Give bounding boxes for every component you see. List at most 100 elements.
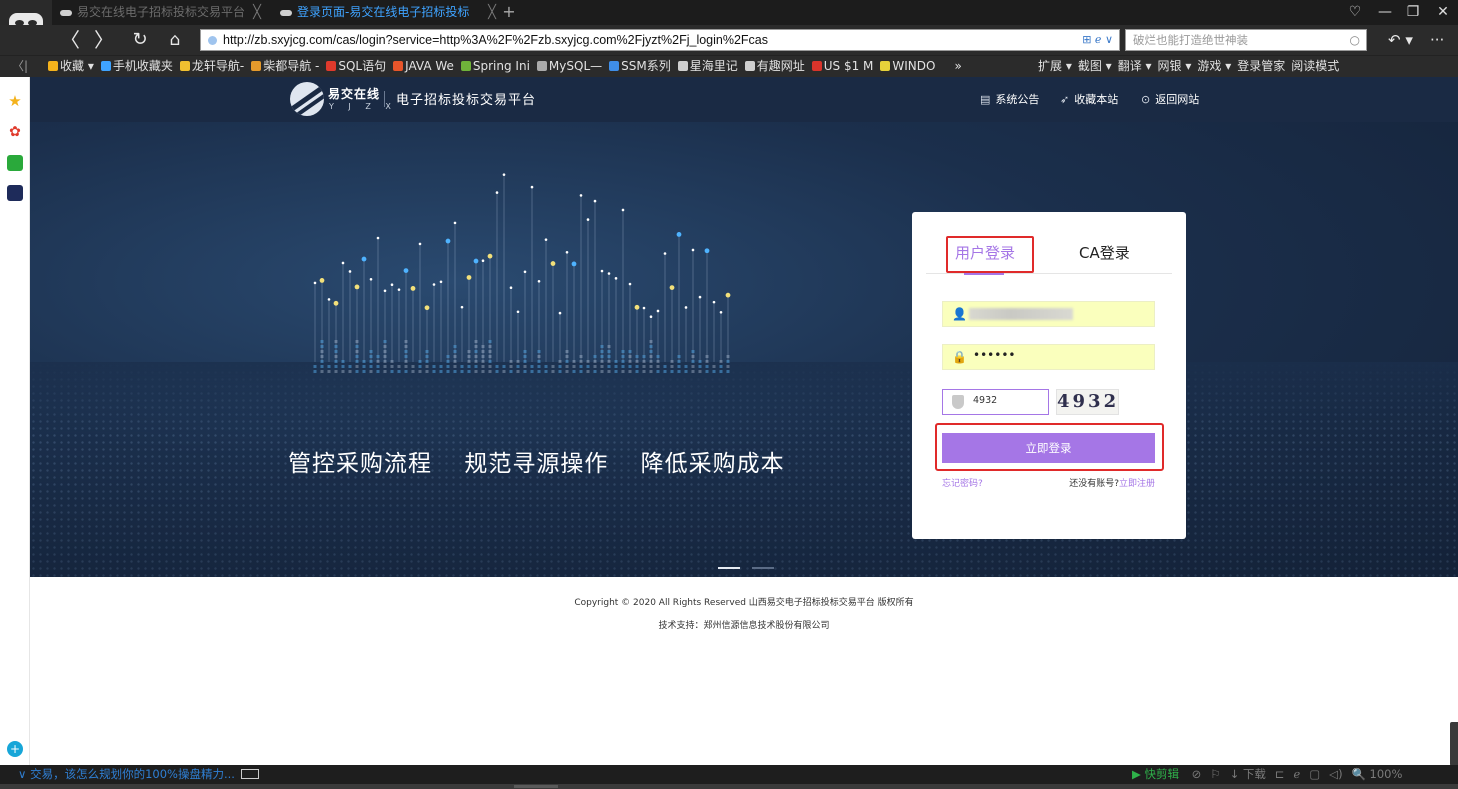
light-point — [502, 173, 506, 176]
status-tool-item[interactable]: ⊏ — [1275, 767, 1285, 781]
news-icon[interactable] — [7, 185, 23, 201]
new-tab-button[interactable]: + — [502, 0, 516, 25]
light-block — [565, 360, 569, 363]
status-tool-item[interactable]: ⚐ — [1210, 767, 1220, 781]
light-block — [691, 370, 695, 373]
bookmark-tools: 扩展 ▾ 截图 ▾ 翻译 ▾ 网银 ▾ 游戏 ▾ 登录管家 阅读模式 — [1038, 56, 1458, 77]
light-block — [425, 370, 429, 373]
bookmark-tool-item[interactable]: 扩展 ▾ — [1038, 59, 1072, 73]
light-block — [355, 360, 359, 363]
status-tool-item[interactable]: 🔍 100% — [1352, 767, 1403, 781]
bookmark-favicon-icon — [251, 61, 262, 71]
scroll-handle[interactable] — [1450, 722, 1458, 766]
light-block — [453, 360, 457, 363]
status-tool-item[interactable]: ◁) — [1329, 767, 1342, 781]
status-tool-item[interactable]: ℯ — [1294, 767, 1301, 781]
light-block — [453, 345, 457, 348]
undo-close-tab-button[interactable]: ↶ ▾ — [1388, 28, 1413, 52]
light-point — [487, 253, 493, 259]
return-site-link[interactable]: ⊙ 返回网站 — [1141, 91, 1199, 107]
light-block — [474, 360, 478, 363]
bookmark-tool-item[interactable]: 登录管家 — [1237, 59, 1285, 73]
bookmark-item[interactable]: SQL语句 — [326, 59, 386, 73]
bookmark-tool-item[interactable]: 阅读模式 — [1291, 59, 1339, 73]
skin-icon[interactable]: ♡ — [1342, 0, 1368, 25]
light-block — [670, 370, 674, 373]
tab-ca-login[interactable]: CA登录 — [1079, 242, 1130, 272]
tab-close-icon[interactable]: ╳ — [484, 0, 500, 25]
mail-icon[interactable] — [7, 155, 23, 171]
bookmark-item[interactable]: Spring Ini — [460, 59, 530, 73]
register-link[interactable]: 立即注册 — [1119, 479, 1155, 489]
browser-tab-home[interactable]: 易交在线电子招标投标交易平台 ╳ — [60, 0, 265, 25]
reload-button[interactable]: ↻ — [126, 28, 154, 52]
status-tool-item[interactable]: ↓ 下载 — [1230, 767, 1266, 781]
link-label: 返回网站 — [1155, 93, 1200, 106]
more-menu-button[interactable]: ··· — [1430, 28, 1444, 52]
light-point — [348, 270, 352, 273]
home-button[interactable]: ⌂ — [161, 28, 189, 52]
system-notice-link[interactable]: ▤ 系统公告 — [980, 91, 1039, 107]
maximize-button[interactable]: ❐ — [1400, 0, 1426, 25]
captcha-image[interactable]: 4932 — [1056, 389, 1119, 415]
bookmark-item[interactable]: 柴都导航 - — [251, 59, 319, 73]
bookmark-site-link[interactable]: ➶ 收藏本站 — [1060, 91, 1118, 107]
light-block — [537, 360, 541, 363]
password-field[interactable]: 🔒 •••••• — [942, 344, 1155, 370]
sidebar-toggle-icon[interactable]: 〈| — [12, 56, 28, 77]
light-block — [383, 355, 387, 358]
bookmark-item[interactable]: 手机收藏夹 — [100, 59, 173, 73]
weibo-icon[interactable]: ✿ — [7, 124, 23, 140]
username-field[interactable]: 👤 — [942, 301, 1155, 327]
add-icon[interactable]: + — [7, 741, 23, 757]
bookmark-item[interactable]: MySQL— — [536, 59, 602, 73]
address-url[interactable]: http://zb.sxyjcg.com/cas/login?service=h… — [223, 30, 768, 50]
captcha-field[interactable]: 4932 — [942, 389, 1049, 415]
light-point — [628, 282, 632, 286]
forward-button[interactable]: 〉 — [90, 28, 118, 52]
light-point — [530, 185, 534, 189]
bookmark-favicon-icon — [100, 61, 111, 71]
site-logo-icon — [290, 82, 324, 116]
address-bar[interactable]: http://zb.sxyjcg.com/cas/login?service=h… — [200, 29, 1120, 51]
bookmark-item[interactable]: 有趣网址 — [744, 59, 805, 73]
news-ticker[interactable]: ∨ 交易，该怎么规划你的100%操盘精力... — [18, 765, 259, 784]
slider-dot[interactable] — [718, 567, 740, 569]
minimize-button[interactable]: — — [1372, 0, 1398, 25]
bookmark-tool-item[interactable]: 截图 ▾ — [1078, 59, 1112, 73]
light-block — [572, 360, 576, 363]
bookmark-item[interactable]: US $1 M — [811, 59, 873, 73]
light-point — [495, 191, 499, 194]
quick-clip-button[interactable]: ▶ 快剪辑 — [1132, 767, 1179, 781]
bookmark-item[interactable]: » — [942, 59, 961, 73]
status-tool-item[interactable]: ▢ — [1309, 767, 1320, 781]
star-icon[interactable]: ★ — [7, 93, 23, 109]
light-block — [586, 370, 590, 373]
bookmark-item[interactable]: 收藏 ▾ — [48, 59, 94, 73]
light-block — [467, 360, 471, 363]
light-point — [642, 306, 646, 310]
light-block — [376, 355, 380, 358]
bookmark-item[interactable]: 龙轩导航- — [179, 59, 244, 73]
status-tools: ▶ 快剪辑 ⊘ ⚐ ↓ 下载 ⊏ ℯ ▢ ◁) 🔍 100% — [1132, 765, 1458, 784]
bookmark-item[interactable]: SSM系列 — [609, 59, 671, 73]
forgot-password-link[interactable]: 忘记密码? — [942, 476, 983, 489]
site-info-icon[interactable] — [208, 36, 217, 45]
search-icon[interactable]: ○ — [1350, 30, 1360, 50]
slider-dot[interactable] — [752, 567, 774, 569]
tab-close-icon[interactable]: ╳ — [249, 0, 265, 25]
bookmark-tool-item[interactable]: 网银 ▾ — [1158, 59, 1192, 73]
search-input[interactable]: 破烂也能打造绝世神装 — [1133, 30, 1248, 50]
browser-tab-login[interactable]: 登录页面-易交在线电子招标投标 ╳ — [280, 0, 500, 25]
light-block — [502, 370, 506, 373]
close-window-button[interactable]: ✕ — [1430, 0, 1456, 25]
status-tool-item[interactable]: ⊘ — [1192, 767, 1202, 781]
bookmark-tool-item[interactable]: 翻译 ▾ — [1118, 59, 1152, 73]
bookmark-tool-item[interactable]: 游戏 ▾ — [1197, 59, 1231, 73]
bookmark-item[interactable]: 星海里记 — [677, 59, 738, 73]
address-tools[interactable]: ⊞ ℯ ∨ — [1082, 30, 1113, 50]
search-box[interactable]: 破烂也能打造绝世神装 ○ — [1125, 29, 1367, 51]
bookmark-item[interactable]: JAVA We — [393, 59, 454, 73]
bookmark-item[interactable]: WINDO — [880, 59, 935, 73]
back-button[interactable]: 〈 — [56, 28, 84, 52]
